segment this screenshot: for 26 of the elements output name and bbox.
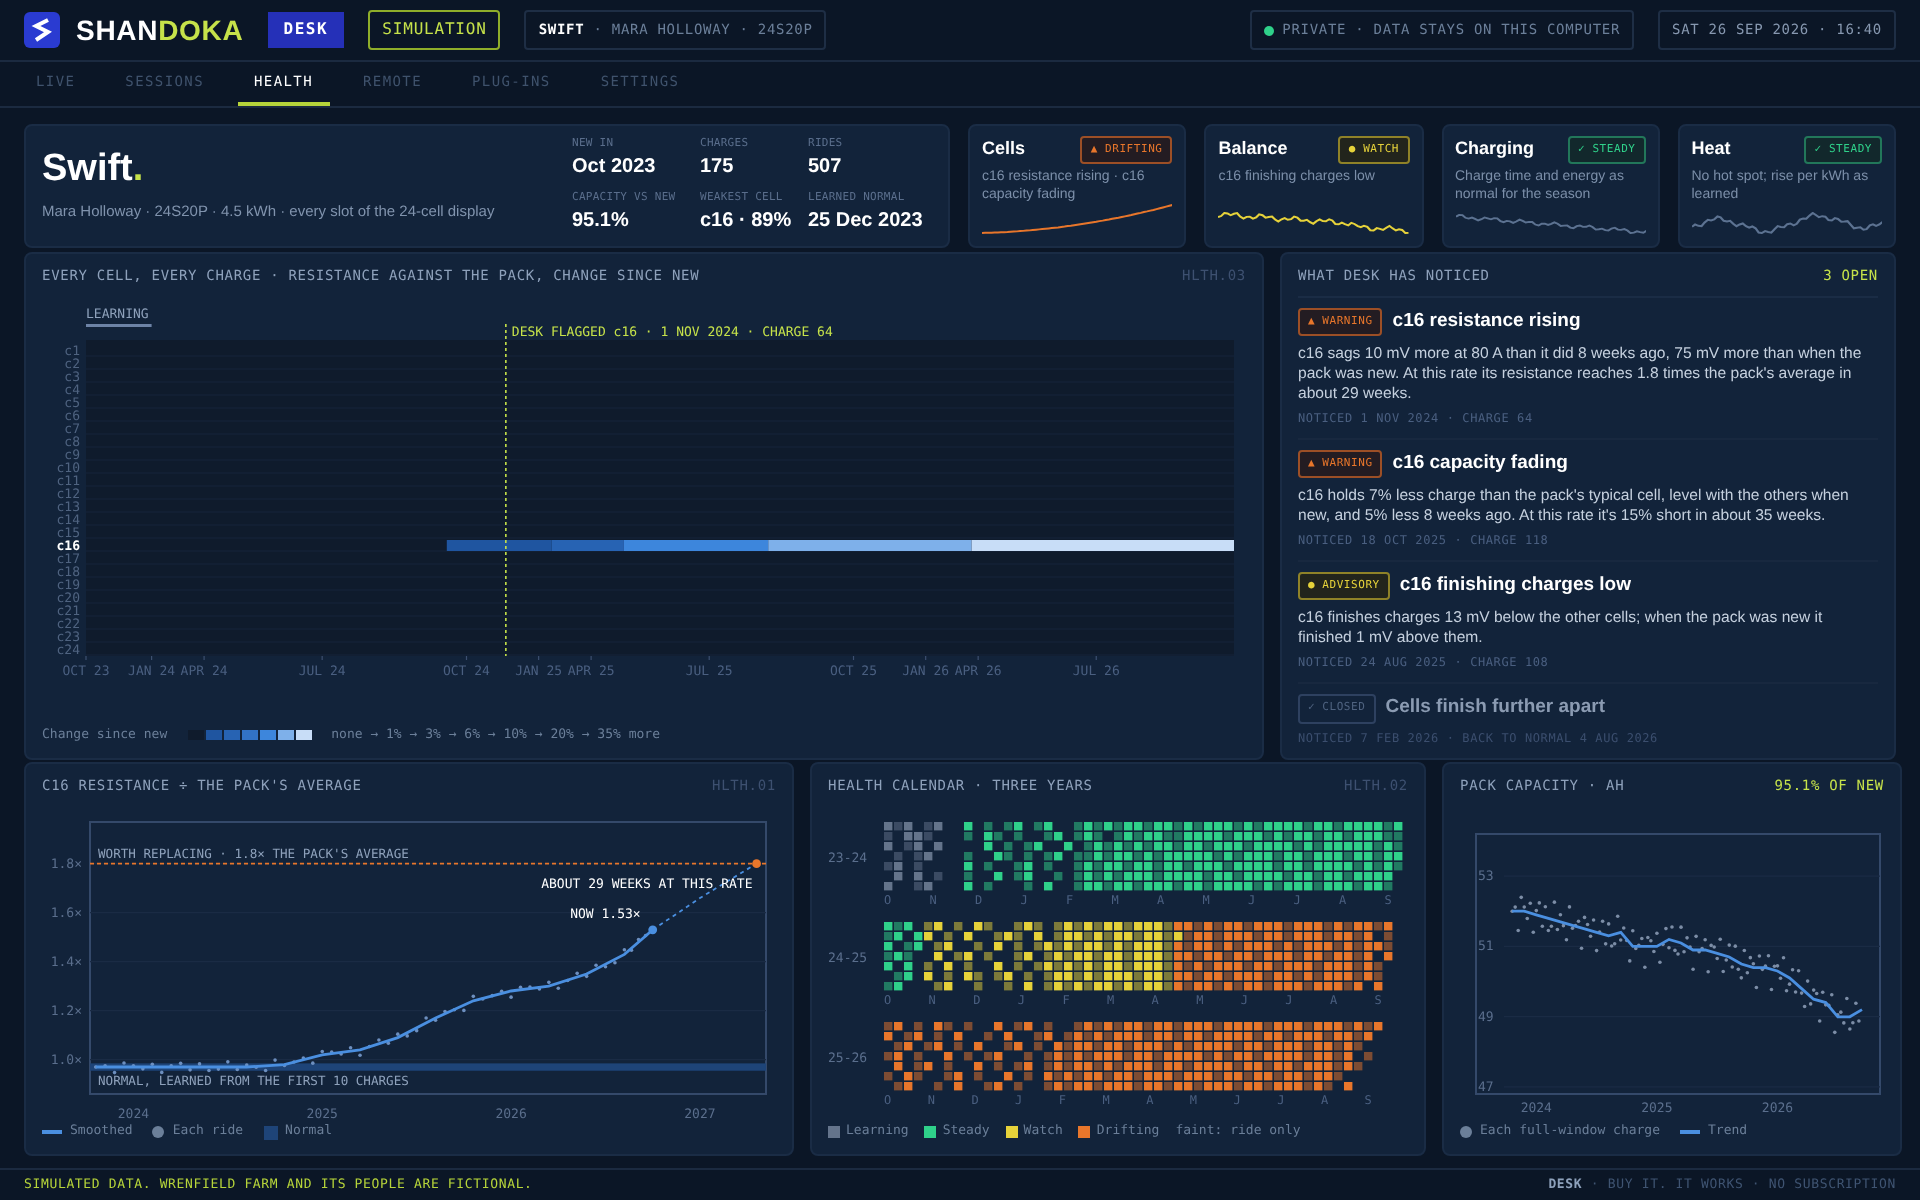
stat-value: 25 Dec 2023 [808,208,924,237]
stat-value: 507 [808,154,844,183]
pack-title: Swift. [42,150,146,188]
dot-swatch-icon [152,1126,165,1139]
card-title: Cells [982,136,1026,163]
band-swatch-icon [263,1125,278,1140]
line-swatch-icon [1680,1130,1701,1134]
notice-title: c16 finishing charges low [1399,572,1631,600]
marker-dot [752,858,761,868]
stat-value: 175 [700,154,736,183]
card-title: Charging [1455,136,1534,163]
stat-value: c16 · 89% [700,208,794,237]
card-title: Balance [1218,136,1288,163]
stat-value: 95.1% [572,208,631,237]
dot-swatch-icon [1460,1126,1472,1139]
mode-badge: SIMULATION [368,10,501,50]
notice-title: Cells finish further apart [1385,694,1606,723]
product-badge: DESK [267,12,345,48]
line-swatch-icon [42,1130,62,1134]
notice-title: c16 capacity fading [1392,449,1568,478]
marker-dot [648,924,658,934]
card-title: Heat [1691,136,1731,163]
stat-value: Oct 2023 [572,154,658,183]
brand-name: SHANDOKA [76,11,244,49]
logo-icon [24,12,60,48]
notice-title: c16 resistance rising [1392,307,1581,335]
